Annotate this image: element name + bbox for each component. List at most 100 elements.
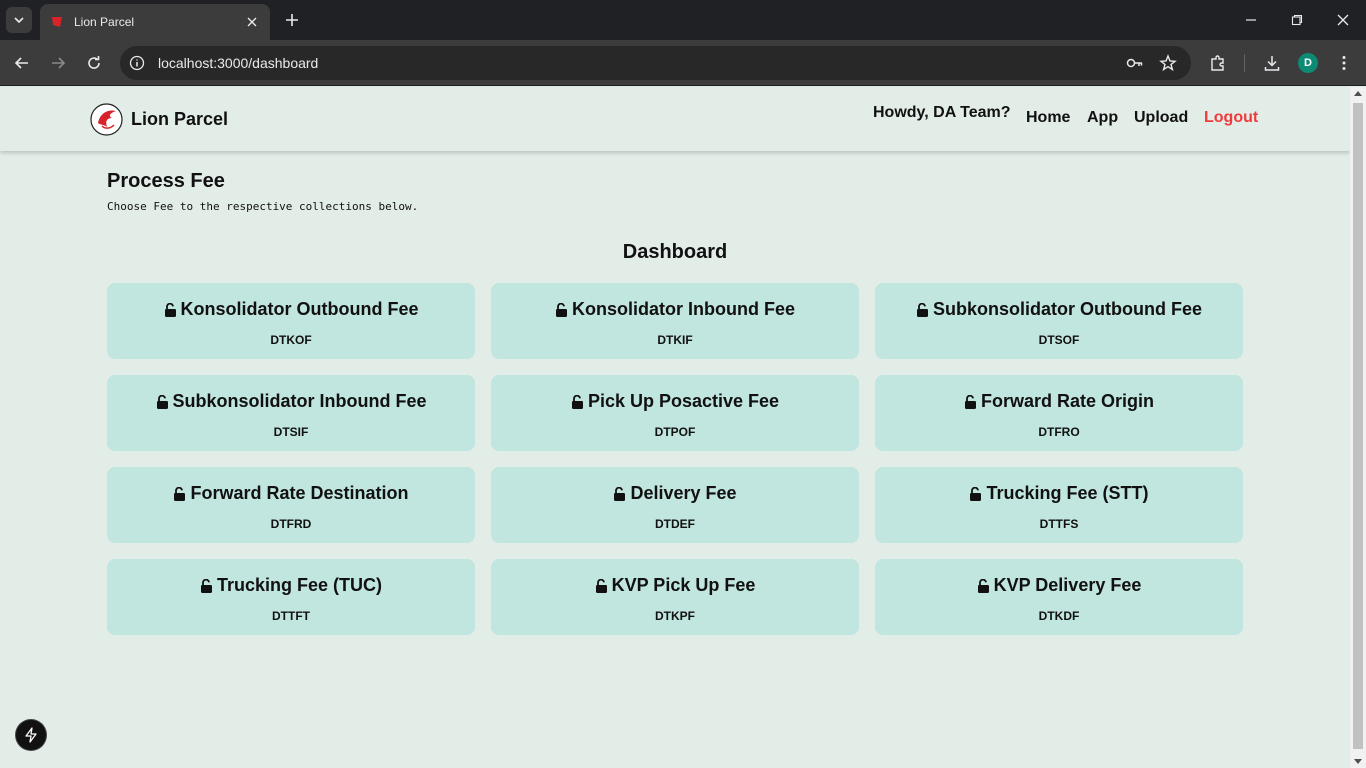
fee-card[interactable]: Konsolidator Inbound Fee DTKIF (491, 283, 859, 359)
new-tab-plus-icon[interactable] (280, 8, 304, 32)
page-scrollbar[interactable] (1350, 87, 1366, 768)
back-arrow-icon[interactable] (10, 51, 34, 75)
card-title-wrap: Forward Rate Destination (173, 483, 409, 504)
extensions-puzzle-icon[interactable] (1206, 51, 1230, 75)
fee-card[interactable]: Subkonsolidator Inbound Fee DTSIF (107, 375, 475, 451)
site-info-icon[interactable] (128, 54, 146, 72)
lion-parcel-logo-icon (90, 103, 123, 136)
fee-card[interactable]: Forward Rate Origin DTFRO (875, 375, 1243, 451)
close-window-icon[interactable] (1331, 8, 1355, 32)
tab-title: Lion Parcel (74, 15, 135, 29)
fee-card[interactable]: Delivery Fee DTDEF (491, 467, 859, 543)
url-text: localhost:3000/dashboard (158, 55, 319, 71)
unlock-icon (164, 302, 176, 317)
nav-link-upload[interactable]: Upload (1134, 109, 1188, 127)
browser-tabstrip: Lion Parcel (0, 0, 1366, 40)
restore-icon[interactable] (1285, 8, 1309, 32)
unlock-icon (174, 486, 186, 501)
card-code: DTKPF (655, 608, 695, 623)
card-title: Forward Rate Destination (190, 483, 409, 503)
unlock-icon (614, 486, 626, 501)
site-navbar: Lion Parcel Howdy, DA Team? Home App Upl… (0, 87, 1350, 151)
minimize-icon[interactable] (1239, 8, 1263, 32)
scroll-up-arrow-icon[interactable] (1354, 91, 1362, 96)
card-title: Trucking Fee (TUC) (216, 575, 382, 595)
card-title-wrap: KVP Delivery Fee (977, 575, 1142, 596)
card-title-wrap: Forward Rate Origin (964, 391, 1154, 412)
reload-icon[interactable] (82, 51, 106, 75)
card-title-wrap: Subkonsolidator Inbound Fee (156, 391, 427, 412)
card-title-wrap: KVP Pick Up Fee (595, 575, 756, 596)
tab-search-dropdown-icon[interactable] (6, 7, 32, 33)
browser-tab-active[interactable]: Lion Parcel (40, 4, 270, 40)
card-code: DTSIF (273, 424, 309, 439)
download-icon[interactable] (1260, 51, 1284, 75)
card-title: Forward Rate Origin (980, 391, 1155, 411)
unlock-icon (977, 578, 989, 593)
card-code: DTPOF (654, 424, 696, 439)
card-title-wrap: Delivery Fee (613, 483, 737, 504)
brand-name: Lion Parcel (131, 109, 229, 129)
forward-arrow-icon[interactable] (46, 51, 70, 75)
card-title-wrap: Konsolidator Outbound Fee (164, 299, 419, 320)
unlock-icon (200, 578, 212, 593)
card-code: DTTFS (1039, 516, 1079, 531)
bookmark-star-icon[interactable] (1158, 53, 1178, 73)
card-title-wrap: Konsolidator Inbound Fee (555, 299, 795, 320)
card-title-wrap: Trucking Fee (TUC) (200, 575, 382, 596)
fee-card[interactable]: Forward Rate Destination DTFRD (107, 467, 475, 543)
fee-card[interactable]: Pick Up Posactive Fee DTPOF (491, 375, 859, 451)
dashboard-title: Dashboard (622, 241, 728, 263)
card-title: Konsolidator Inbound Fee (572, 299, 795, 319)
card-title: KVP Pick Up Fee (611, 575, 756, 595)
card-title: Konsolidator Outbound Fee (180, 299, 419, 319)
nav-link-app[interactable]: App (1087, 109, 1118, 127)
card-code: DTFRO (1038, 424, 1080, 439)
unlock-icon (970, 486, 982, 501)
card-code: DTKDF (1038, 608, 1080, 623)
address-bar[interactable]: localhost:3000/dashboard (120, 46, 1191, 80)
card-title: KVP Delivery Fee (993, 575, 1142, 595)
page-subtitle: Choose Fee to the respective collections… (107, 200, 419, 213)
page-content: Lion Parcel Howdy, DA Team? Home App Upl… (0, 87, 1350, 768)
brand[interactable]: Lion Parcel (90, 103, 228, 136)
unlock-icon (964, 394, 976, 409)
fee-card[interactable]: KVP Pick Up Fee DTKPF (491, 559, 859, 635)
browser-menu-icon[interactable] (1332, 51, 1356, 75)
dev-tools-lightning-icon[interactable] (16, 720, 46, 750)
lion-parcel-favicon-icon (52, 17, 62, 27)
card-code: DTDEF (655, 516, 695, 531)
nav-link-home[interactable]: Home (1026, 109, 1070, 127)
unlock-icon (595, 578, 607, 593)
fee-card[interactable]: Trucking Fee (STT) DTTFS (875, 467, 1243, 543)
fee-card[interactable]: Trucking Fee (TUC) DTTFT (107, 559, 475, 635)
profile-avatar[interactable]: D (1298, 53, 1318, 73)
card-code: DTKOF (270, 332, 312, 347)
scroll-down-arrow-icon[interactable] (1354, 759, 1362, 764)
logout-link[interactable]: Logout (1204, 109, 1258, 127)
unlock-icon (917, 302, 928, 317)
card-title: Subkonsolidator Inbound Fee (172, 391, 427, 411)
card-code: DTTFT (272, 608, 310, 623)
unlock-icon (556, 302, 567, 317)
password-key-icon[interactable] (1125, 53, 1145, 73)
fee-card[interactable]: KVP Delivery Fee DTKDF (875, 559, 1243, 635)
card-title-wrap: Trucking Fee (STT) (969, 483, 1149, 504)
card-code: DTFRD (270, 516, 312, 531)
card-title: Delivery Fee (630, 483, 737, 503)
tab-close-icon[interactable] (242, 12, 262, 32)
card-title-wrap: Pick Up Posactive Fee (571, 391, 779, 412)
browser-toolbar: localhost:3000/dashboard (0, 40, 1366, 86)
card-code: DTKIF (657, 332, 693, 347)
fee-card-grid: Konsolidator Outbound Fee DTKOF Konsolida… (107, 283, 1243, 635)
unlock-icon (156, 394, 168, 409)
page-title: Process Fee (107, 170, 225, 192)
scrollbar-thumb[interactable] (1353, 103, 1363, 749)
card-title: Pick Up Posactive Fee (587, 391, 780, 411)
toolbar-separator (1244, 54, 1245, 72)
card-title: Trucking Fee (STT) (986, 483, 1149, 503)
card-title-wrap: Subkonsolidator Outbound Fee (916, 299, 1202, 320)
fee-card[interactable]: Subkonsolidator Outbound Fee DTSOF (875, 283, 1243, 359)
greeting-text: Howdy, DA Team? (873, 104, 1011, 121)
fee-card[interactable]: Konsolidator Outbound Fee DTKOF (107, 283, 475, 359)
